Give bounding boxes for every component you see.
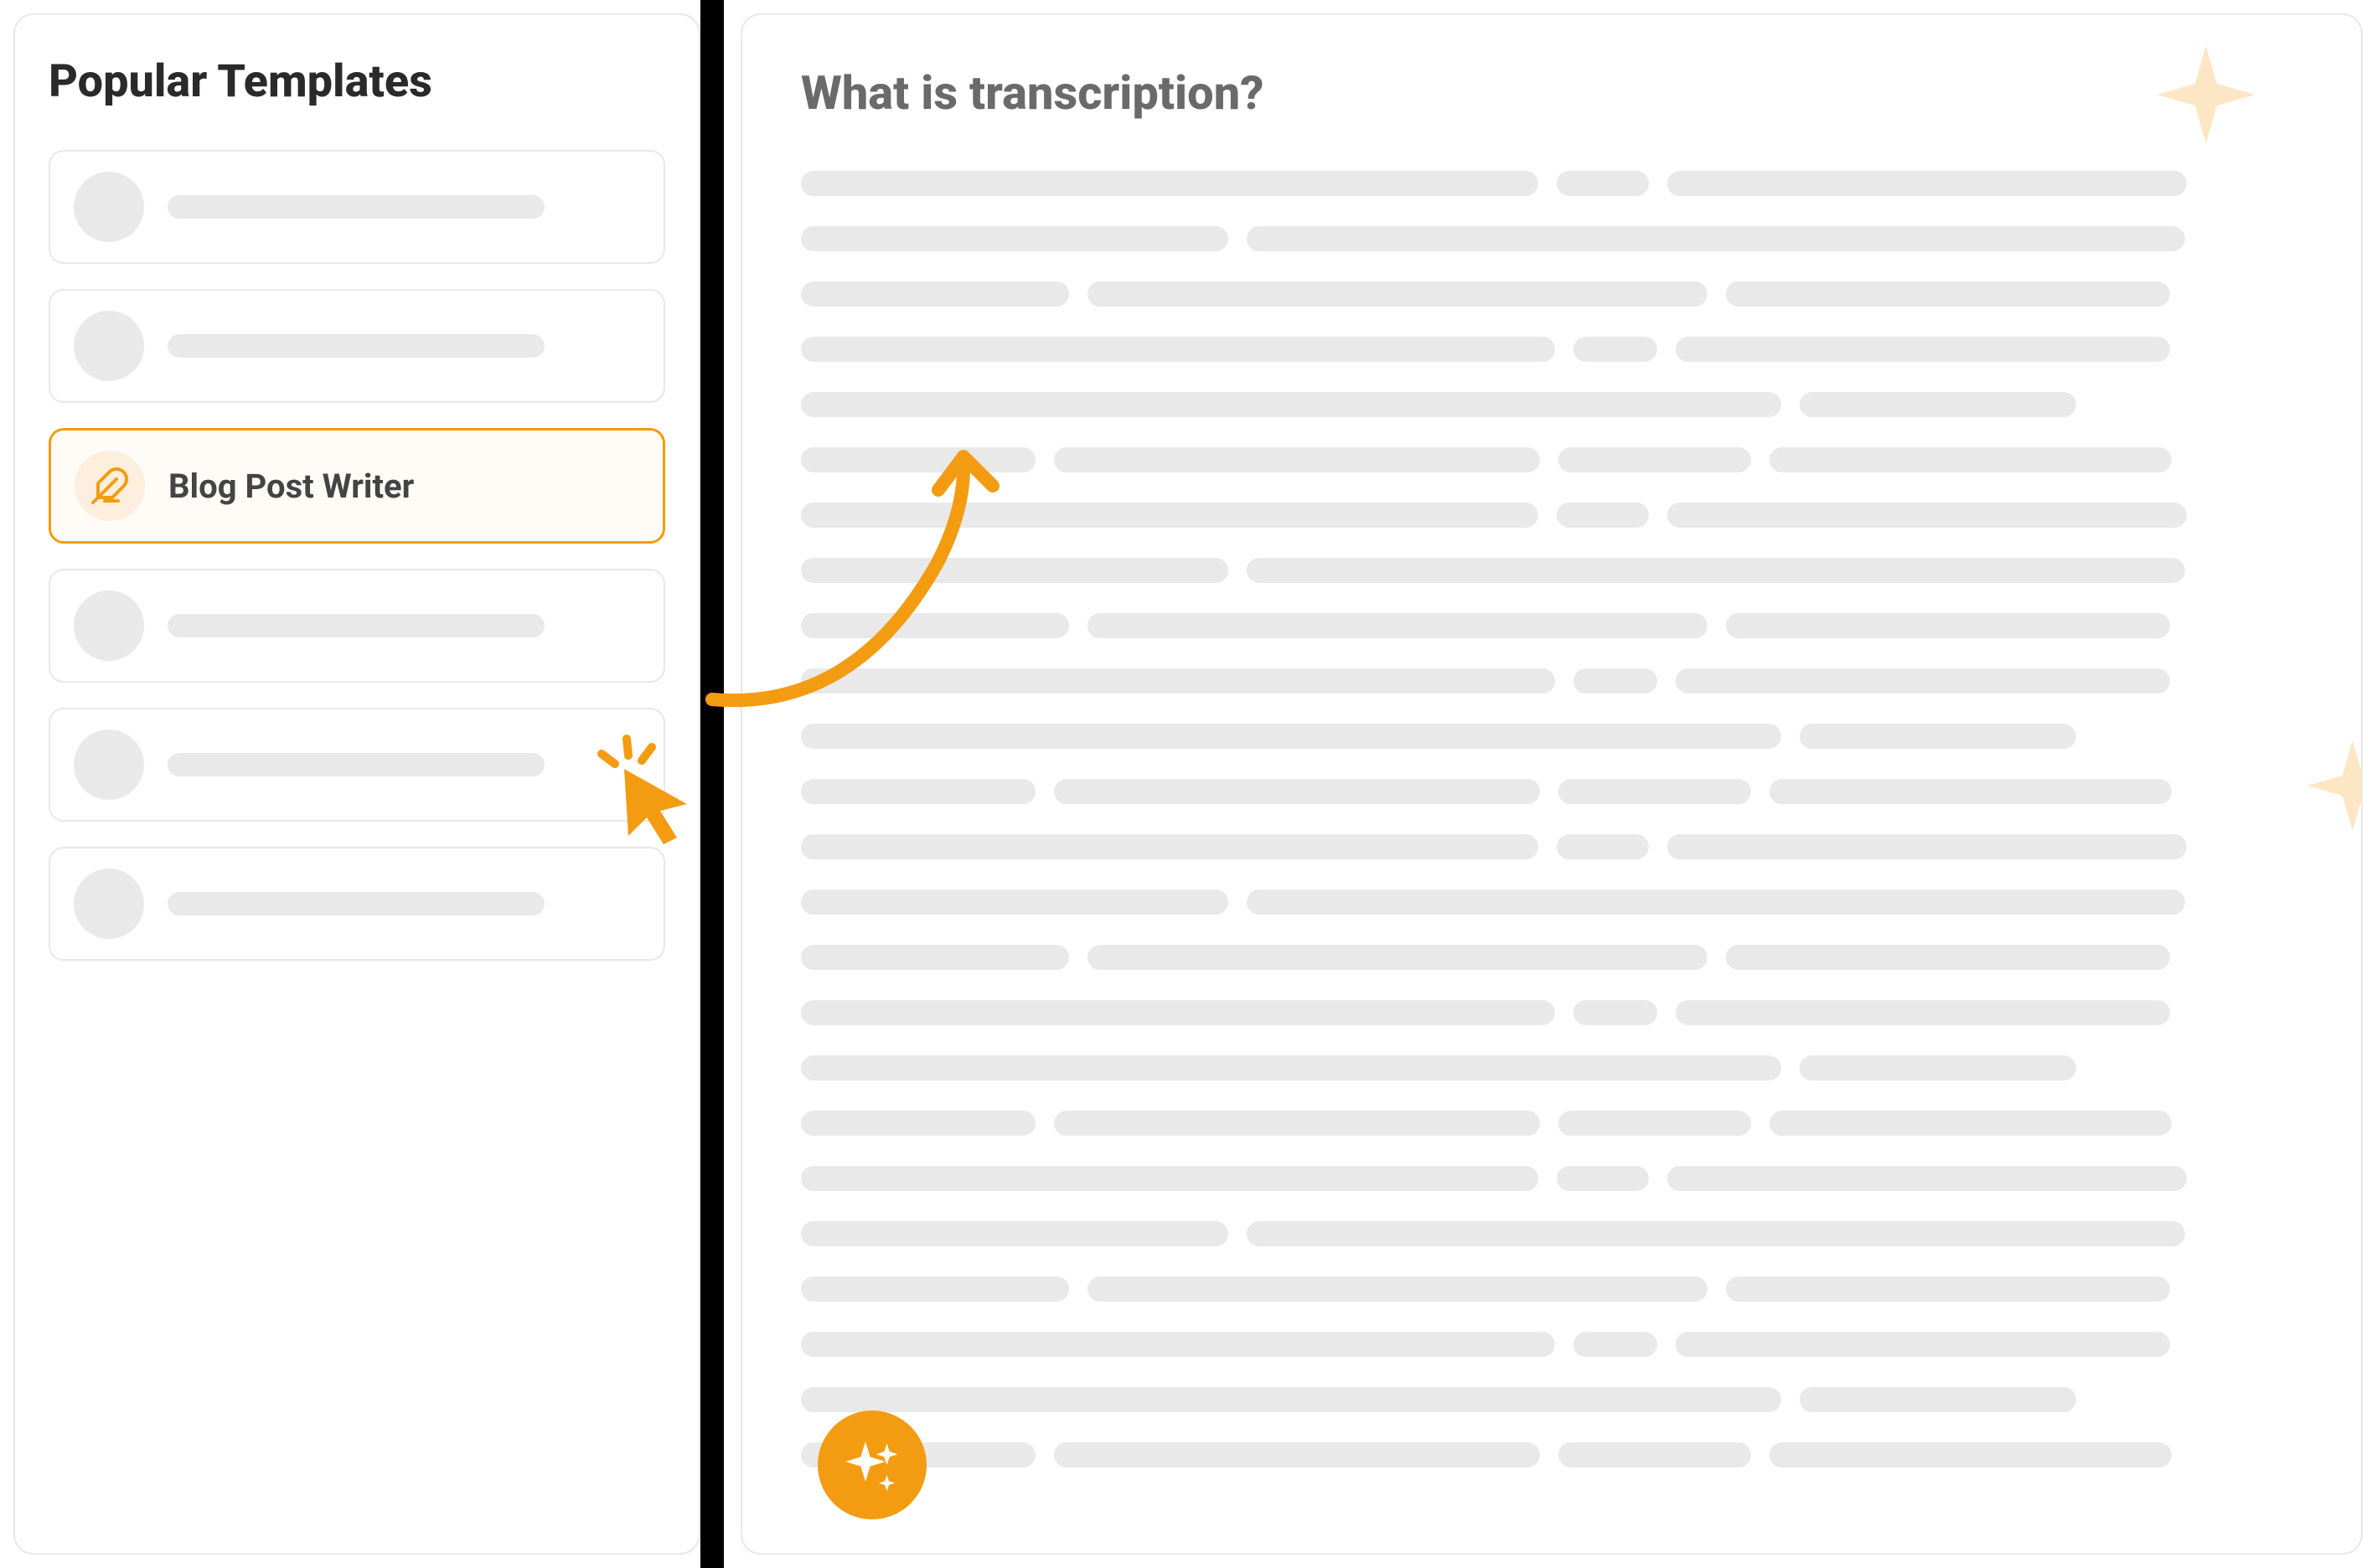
template-icon-placeholder bbox=[74, 869, 144, 939]
template-label-placeholder bbox=[168, 614, 545, 637]
template-icon-placeholder bbox=[74, 730, 144, 800]
vertical-divider bbox=[700, 0, 724, 1568]
template-item[interactable] bbox=[49, 150, 665, 264]
star-icon bbox=[2302, 735, 2363, 839]
template-label-placeholder bbox=[168, 892, 545, 916]
content-title: What is transcription? bbox=[801, 65, 2302, 121]
template-icon-placeholder bbox=[74, 311, 144, 381]
template-label: Blog Post Writer bbox=[168, 467, 414, 506]
sidebar-title: Popular Templates bbox=[49, 55, 665, 108]
template-icon-placeholder bbox=[74, 172, 144, 242]
templates-sidebar: Popular Templates Blog Post Writer bbox=[13, 13, 700, 1555]
template-item-blog-post-writer[interactable]: Blog Post Writer bbox=[49, 428, 665, 544]
content-panel: What is transcription? bbox=[741, 13, 2363, 1555]
feather-icon bbox=[75, 451, 145, 521]
content-body-placeholder bbox=[801, 171, 2302, 1467]
template-item[interactable] bbox=[49, 289, 665, 403]
template-item[interactable] bbox=[49, 708, 665, 822]
template-label-placeholder bbox=[168, 753, 545, 776]
template-label-placeholder bbox=[168, 195, 545, 219]
template-item[interactable] bbox=[49, 847, 665, 961]
template-label-placeholder bbox=[168, 334, 545, 358]
template-icon-placeholder bbox=[74, 591, 144, 661]
template-item[interactable] bbox=[49, 569, 665, 683]
